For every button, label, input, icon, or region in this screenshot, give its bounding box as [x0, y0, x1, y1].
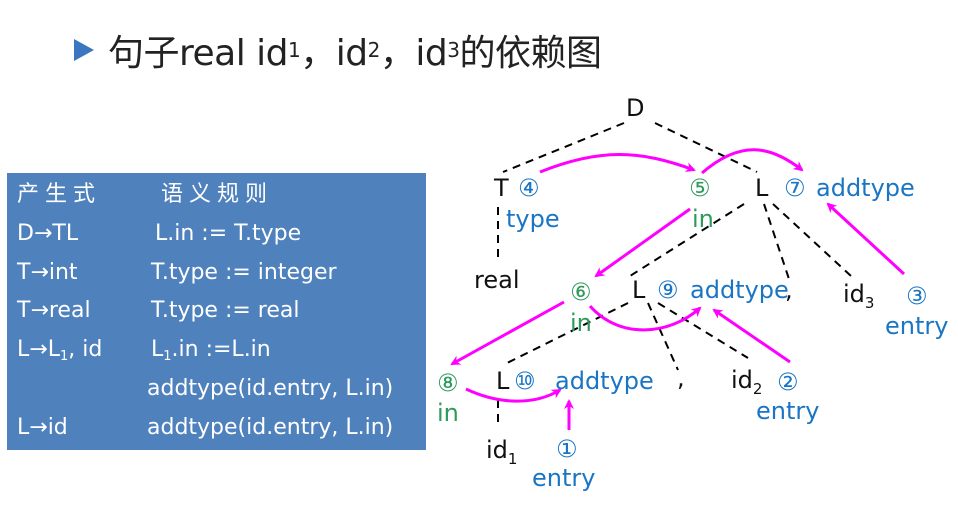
- dep-edge-5-6: [594, 207, 691, 278]
- tree-edge-D-L: [654, 122, 758, 173]
- node-L-top: L: [755, 174, 769, 202]
- attr-9-label: addtype: [690, 276, 789, 304]
- id1-main: id: [486, 436, 508, 464]
- dep-edge-8-10: [465, 387, 562, 403]
- dep-edge-6-9: [588, 305, 702, 332]
- id3-main: id: [843, 280, 865, 308]
- attr-5-label: in: [692, 205, 714, 233]
- node-T: T: [494, 174, 509, 202]
- tree-edge-L-L1: [502, 302, 629, 366]
- attr-3-label: entry: [885, 312, 949, 340]
- attr-7-label: addtype: [816, 174, 915, 202]
- attr-2-label: entry: [756, 397, 820, 425]
- attr-10-label: addtype: [555, 367, 654, 395]
- attr-10-number: ⑩: [514, 367, 536, 395]
- dep-edge-5-7: [701, 148, 804, 175]
- dep-edge-6-8: [450, 300, 565, 366]
- node-real: real: [474, 266, 520, 294]
- attr-1-label: entry: [532, 464, 596, 492]
- node-D: D: [626, 94, 645, 122]
- attr-6-label: in: [570, 309, 592, 337]
- id2-sub: 2: [752, 380, 763, 398]
- attr-1-number: ①: [556, 435, 578, 463]
- attr-8-number: ⑧: [437, 369, 459, 397]
- attr-8-label: in: [437, 399, 459, 427]
- dep-edge-4-5: [539, 153, 696, 174]
- dep-edge-2-9: [712, 308, 791, 364]
- attr-9-number: ⑨: [657, 276, 679, 304]
- dependency-graph-svg: [450, 122, 906, 430]
- attr-4-number: ④: [518, 174, 540, 202]
- node-comma-mid: ,: [785, 276, 793, 304]
- id1-sub: 1: [507, 450, 518, 468]
- attr-6-number: ⑥: [570, 278, 592, 306]
- attr-7-number: ⑦: [784, 174, 806, 202]
- node-L-low: L: [496, 367, 510, 395]
- tree-edge-L-id2: [657, 302, 749, 359]
- attr-5-number: ⑤: [689, 174, 711, 202]
- dep-edge-3-7: [826, 202, 906, 276]
- node-id2: id2: [731, 368, 762, 397]
- node-id1: id1: [486, 438, 517, 467]
- id3-sub: 3: [864, 294, 875, 312]
- node-L-mid: L: [632, 276, 646, 304]
- node-comma-low: ,: [677, 364, 685, 392]
- attr-4-label: type: [506, 205, 560, 233]
- node-id3: id3: [843, 282, 874, 311]
- id2-main: id: [731, 366, 753, 394]
- attr-2-number: ②: [777, 368, 799, 396]
- attr-3-number: ③: [906, 282, 928, 310]
